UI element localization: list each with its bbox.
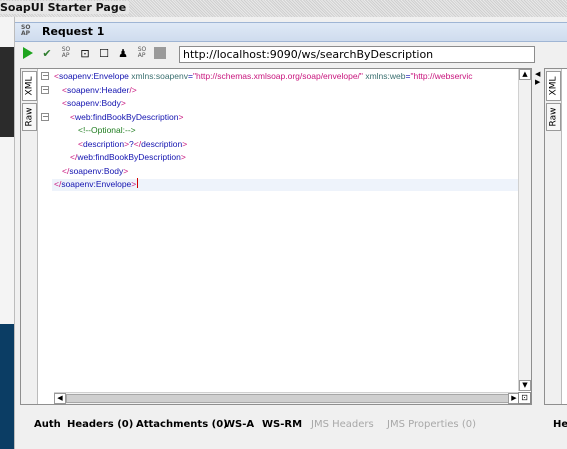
code-line[interactable]: <description>?</description> — [78, 138, 187, 152]
xml-code-area[interactable]: <soapenv:Envelope xmlns:soapenv="http://… — [54, 69, 519, 391]
vertical-scrollbar[interactable]: ▲ ▼ — [518, 69, 531, 391]
response-tab-xml[interactable]: XML — [546, 71, 561, 101]
config-icon[interactable]: ⊡ — [78, 46, 92, 60]
split-divider[interactable]: ◀ ▶ — [533, 68, 544, 358]
code-token: "http://webservic — [410, 71, 473, 81]
fold-toggle[interactable]: − — [41, 113, 49, 121]
request-editor[interactable]: XML Raw − − − <soapenv:Envelope xmlns:so… — [20, 68, 532, 405]
code-token: description — [141, 138, 183, 149]
code-token: </ — [133, 138, 142, 149]
request-title: Request 1 — [42, 25, 105, 38]
code-token: <!--Optional:--> — [78, 125, 136, 135]
code-token: soapenv:Header — [66, 84, 130, 95]
tab-xml[interactable]: XML — [22, 71, 37, 101]
stop-icon[interactable]: ☐ — [97, 46, 111, 60]
code-token: /> — [129, 84, 137, 95]
code-token: soapenv:Body — [66, 98, 121, 108]
text-caret — [137, 178, 139, 188]
app-title: SoapUI Starter Page — [0, 1, 130, 14]
code-token: > — [120, 98, 126, 108]
response-tab-raw[interactable]: Raw — [546, 103, 561, 131]
code-line[interactable]: <soapenv:Header/> — [62, 84, 137, 98]
left-dark-block — [0, 47, 14, 137]
bottom-tab-headers-0[interactable]: Headers (0) — [67, 419, 133, 430]
bottom-tab-ws-rm[interactable]: WS-RM — [262, 419, 302, 430]
response-pane[interactable]: XML Raw — [544, 68, 567, 405]
tab-raw[interactable]: Raw — [22, 103, 37, 131]
code-line[interactable]: <soapenv:Envelope xmlns:soapenv="http://… — [54, 70, 473, 84]
soap-icon[interactable]: SO AP — [59, 46, 73, 60]
bottom-tab-attachments-0[interactable]: Attachments (0) — [136, 419, 228, 430]
scroll-up-button[interactable]: ▲ — [519, 69, 531, 80]
bottom-tab-jms-properties-0: JMS Properties (0) — [387, 419, 476, 430]
request-bottom-tabs: Auth Headers (0) Attachments (0) WS-A WS-RM J… — [15, 416, 531, 436]
user-icon[interactable]: ♟ — [116, 46, 130, 60]
code-line[interactable]: <soapenv:Body> — [62, 97, 126, 111]
code-line[interactable]: </web:findBookByDescription> — [70, 151, 186, 165]
fold-gutter: − − − — [38, 69, 52, 404]
run-validate-icon[interactable]: ✔ — [40, 46, 54, 60]
code-token: > — [182, 138, 188, 149]
soap-icon-2[interactable]: SO AP — [135, 46, 149, 60]
fold-toggle[interactable]: − — [41, 86, 49, 94]
request-toolbar: ✔ SO AP ⊡ ☐ ♟ SO AP http://localhost:9090/… — [15, 43, 567, 65]
response-vertical-tabs: XML Raw — [545, 69, 562, 404]
soapui-logo-icon: SO AP — [21, 24, 31, 37]
scroll-thumb[interactable] — [66, 394, 514, 403]
code-token: soapenv:Envelope — [58, 71, 132, 81]
scroll-down-button[interactable]: ▼ — [519, 380, 531, 391]
bottom-tab-jms-headers: JMS Headers — [311, 419, 374, 430]
app-titlebar: SoapUI Starter Page — [0, 0, 567, 17]
request-window: SO AP Request 1 ✔ SO AP ⊡ ☐ ♟ SO AP http://… — [14, 17, 567, 449]
run-icon[interactable] — [21, 46, 35, 60]
left-panel-strip — [0, 17, 14, 449]
code-line[interactable]: <!--Optional:--> — [78, 124, 136, 138]
code-token: soapenv:Envelope — [61, 179, 132, 189]
editor-vertical-tabs: XML Raw — [21, 69, 38, 404]
code-token: "http://schemas.xmlsoap.org/soap/envelop… — [192, 71, 363, 81]
code-token: > — [180, 152, 186, 162]
code-line[interactable]: </soapenv:Body> — [62, 165, 128, 179]
url-field[interactable]: http://localhost:9090/ws/searchByDescrip… — [179, 46, 535, 63]
response-tab-headers[interactable]: He — [553, 419, 567, 430]
code-line[interactable]: <web:findBookByDescription> — [70, 111, 183, 125]
code-token: xmlns:web — [365, 71, 406, 81]
code-token: > — [178, 111, 184, 122]
request-titlebar: SO AP Request 1 — [15, 22, 567, 42]
code-token: > — [131, 179, 137, 189]
left-blue-block — [0, 324, 14, 449]
scroll-left-button[interactable]: ◀ — [54, 393, 66, 404]
code-token: description — [82, 138, 125, 149]
code-token: web:findBookByDescription — [77, 152, 181, 162]
code-line[interactable]: </soapenv:Envelope> — [54, 178, 139, 192]
code-token: > — [123, 165, 129, 176]
gray-icon[interactable] — [154, 47, 166, 59]
bottom-tab-auth[interactable]: Auth — [34, 419, 61, 430]
code-token: xmlns:soapenv — [131, 71, 188, 81]
bottom-tab-ws-a[interactable]: WS-A — [224, 419, 254, 430]
horizontal-scrollbar[interactable]: ◀ ▶ — [54, 392, 520, 404]
code-token: web:findBookByDescription — [74, 111, 179, 122]
fold-toggle[interactable]: − — [41, 72, 49, 80]
scroll-corner-icon[interactable]: ⊡ — [518, 392, 531, 404]
code-token: soapenv:Body — [69, 165, 124, 176]
